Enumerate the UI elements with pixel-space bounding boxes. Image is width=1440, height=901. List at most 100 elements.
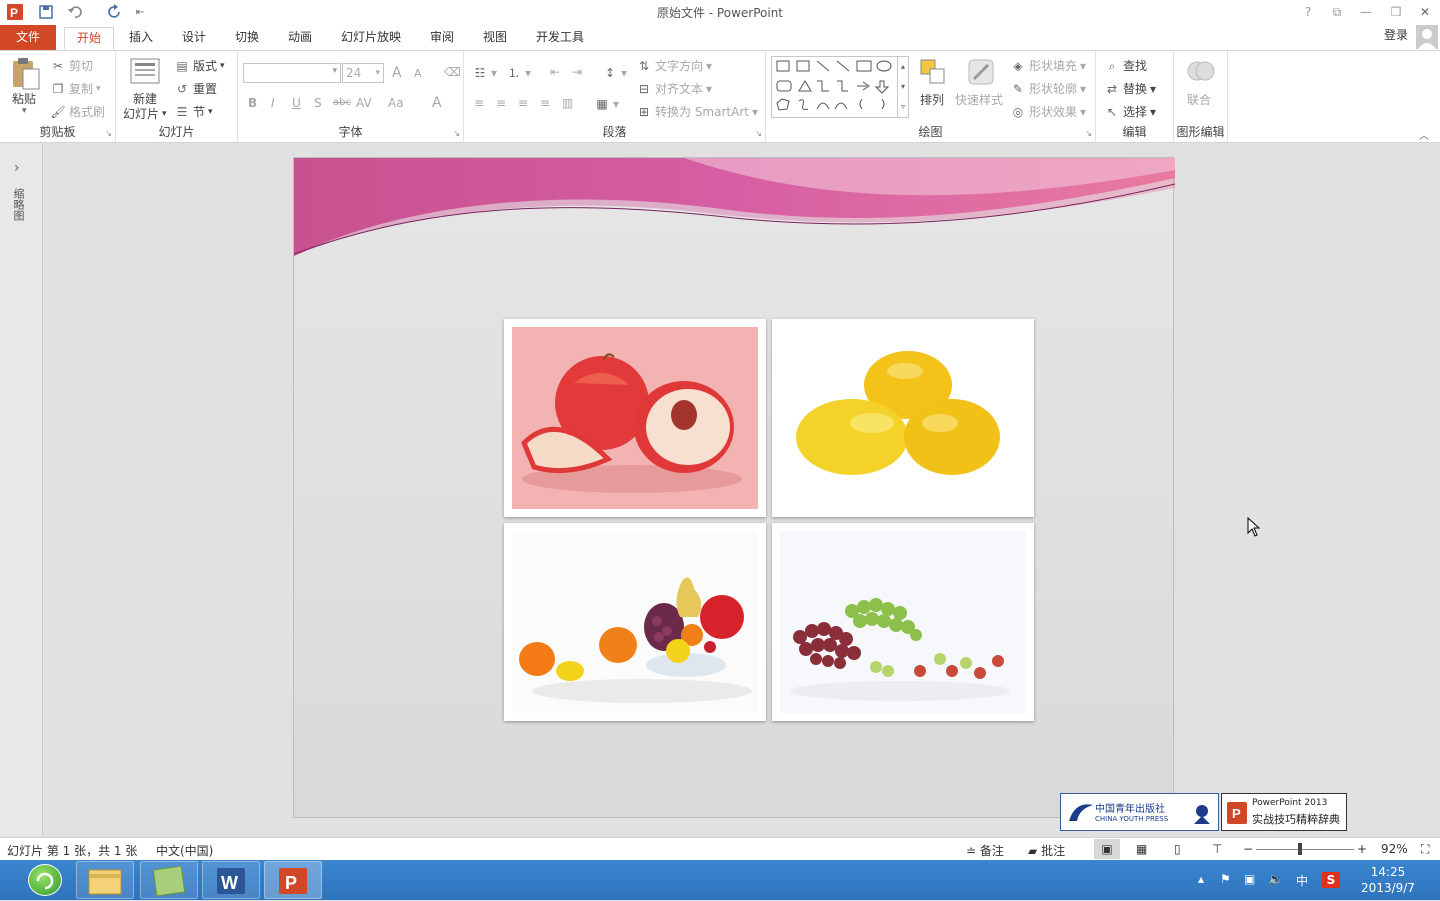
taskbar-app-green[interactable] bbox=[140, 861, 198, 899]
format-painter-button[interactable]: 🖌 格式刷 bbox=[50, 103, 105, 120]
tab-review[interactable]: 审阅 bbox=[418, 27, 466, 50]
expand-pane-icon[interactable]: › bbox=[14, 160, 20, 176]
combine-shapes-icon[interactable] bbox=[1185, 57, 1217, 89]
numbering-button[interactable]: ⒈ ▾ bbox=[506, 65, 531, 81]
line-spacing-button[interactable]: ↕ ▾ bbox=[602, 65, 627, 81]
language-indicator[interactable]: 中文(中国) bbox=[156, 842, 213, 859]
taskbar-powerpoint[interactable]: P bbox=[264, 861, 322, 899]
bold-button[interactable]: B bbox=[248, 96, 257, 110]
align-text-button[interactable]: ⊟ 对齐文本 ▾ bbox=[636, 80, 712, 97]
tab-animations[interactable]: 动画 bbox=[276, 27, 324, 50]
close-button[interactable]: ✕ bbox=[1414, 2, 1436, 22]
font-name-box[interactable]: ▾ bbox=[243, 63, 341, 83]
reading-view-icon[interactable]: ▯ bbox=[1174, 842, 1181, 856]
arrange-icon[interactable] bbox=[918, 57, 950, 89]
drawing-dialog-launcher-icon[interactable]: ↘ bbox=[1085, 129, 1092, 138]
underline-button[interactable]: U bbox=[292, 96, 301, 110]
shadow-button[interactable]: S bbox=[314, 96, 322, 110]
tab-insert[interactable]: 插入 bbox=[117, 27, 165, 50]
text-direction-button[interactable]: ⇅ 文字方向 ▾ bbox=[636, 57, 712, 74]
zoom-level[interactable]: 92% bbox=[1381, 842, 1408, 856]
section-button[interactable]: ☰ 节 ▾ bbox=[174, 103, 213, 120]
select-button[interactable]: ↖ 选择 ▾ bbox=[1104, 103, 1156, 120]
quick-styles-button[interactable]: 快速样式 bbox=[955, 91, 1003, 108]
minimize-button[interactable]: — bbox=[1355, 2, 1377, 22]
tab-view[interactable]: 视图 bbox=[471, 27, 519, 50]
comments-button[interactable]: ▰ 批注 bbox=[1028, 842, 1065, 859]
maximize-button[interactable]: ❐ bbox=[1385, 2, 1407, 22]
volume-icon[interactable]: 🔈 bbox=[1268, 872, 1283, 886]
quick-styles-icon[interactable] bbox=[966, 57, 998, 89]
font-size-box[interactable]: 24 ▾ bbox=[342, 63, 384, 83]
shape-effects-button[interactable]: ◎ 形状效果 ▾ bbox=[1010, 103, 1086, 120]
new-slide-button[interactable]: 幻灯片 ▾ bbox=[123, 105, 167, 122]
copy-button[interactable]: ❐ 复制 ▾ bbox=[50, 80, 101, 97]
replace-button[interactable]: ⇄ 替换 ▾ bbox=[1104, 80, 1156, 97]
tab-transitions[interactable]: 切换 bbox=[223, 27, 271, 50]
decrease-indent-icon[interactable]: ⇤ bbox=[550, 65, 560, 79]
photo-fruit-bowl[interactable] bbox=[504, 523, 766, 721]
normal-view-icon[interactable]: ▣ bbox=[1094, 839, 1120, 859]
find-button[interactable]: ⌕ 查找 bbox=[1104, 57, 1147, 74]
photo-grapes[interactable] bbox=[772, 523, 1034, 721]
slide-canvas[interactable] bbox=[293, 157, 1175, 818]
cut-button[interactable]: ✂ 剪切 bbox=[50, 57, 93, 74]
align-right-icon[interactable]: ≡ bbox=[518, 96, 528, 110]
italic-button[interactable]: I bbox=[271, 96, 275, 110]
photo-lemons[interactable] bbox=[772, 319, 1034, 517]
clock-time[interactable]: 14:25 bbox=[1362, 865, 1414, 879]
convert-smartart-button[interactable]: ⊞ 转换为 SmartArt ▾ bbox=[636, 103, 758, 120]
slideshow-view-icon[interactable]: ⊤ bbox=[1212, 842, 1222, 856]
layout-button[interactable]: ▤ 版式 ▾ bbox=[174, 57, 224, 74]
zoom-slider[interactable] bbox=[1256, 849, 1354, 850]
distributed-icon[interactable]: ▥ bbox=[562, 96, 573, 110]
shape-outline-button[interactable]: ✎ 形状轮廓 ▾ bbox=[1010, 80, 1086, 97]
paste-dropdown-icon[interactable]: ▾ bbox=[22, 106, 27, 116]
slide-counter[interactable]: 幻灯片 第 1 张，共 1 张 bbox=[7, 842, 137, 859]
taskbar-explorer[interactable] bbox=[76, 861, 134, 899]
fit-to-window-icon[interactable]: ⛶ bbox=[1421, 842, 1429, 857]
ribbon-display-options-button[interactable]: ⧉ bbox=[1326, 2, 1348, 22]
zoom-in-button[interactable]: + bbox=[1357, 842, 1367, 856]
font-color-button[interactable]: A bbox=[432, 95, 442, 111]
paste-button[interactable]: 粘贴 bbox=[12, 90, 36, 107]
login-link[interactable]: 登录 bbox=[1372, 25, 1420, 48]
slide-sorter-view-icon[interactable]: ▦ bbox=[1136, 842, 1147, 856]
increase-indent-icon[interactable]: ⇥ bbox=[572, 65, 582, 79]
photo-peach[interactable] bbox=[504, 319, 766, 517]
collapse-ribbon-icon[interactable]: ︿ bbox=[1419, 127, 1429, 142]
clock-date[interactable]: 2013/9/7 bbox=[1356, 881, 1420, 895]
shapes-gallery[interactable]: ▴ ▾ ▿ bbox=[771, 56, 909, 118]
new-slide-icon[interactable] bbox=[129, 56, 161, 88]
columns-button[interactable]: ▦ ▾ bbox=[594, 96, 619, 112]
tab-file[interactable]: 文件 bbox=[0, 25, 56, 50]
thumbnails-label[interactable]: 缩略图 bbox=[12, 188, 26, 221]
help-button[interactable]: ? bbox=[1297, 2, 1319, 22]
combine-button[interactable]: 联合 bbox=[1187, 91, 1211, 108]
align-left-icon[interactable]: ≡ bbox=[474, 96, 484, 110]
justify-icon[interactable]: ≡ bbox=[540, 96, 550, 110]
arrange-button[interactable]: 排列 bbox=[920, 91, 944, 108]
tab-home[interactable]: 开始 bbox=[64, 27, 115, 50]
action-center-flag-icon[interactable]: ⚑ bbox=[1220, 872, 1231, 886]
notes-button[interactable]: ≐ 备注 bbox=[966, 842, 1004, 859]
grow-font-button[interactable]: A bbox=[392, 65, 402, 81]
shrink-font-button[interactable]: A bbox=[414, 67, 422, 80]
start-button[interactable] bbox=[28, 864, 62, 896]
font-dialog-launcher-icon[interactable]: ↘ bbox=[453, 129, 460, 138]
ime-indicator[interactable]: 中 bbox=[1296, 872, 1308, 889]
paste-icon[interactable] bbox=[10, 57, 42, 90]
shapes-gallery-scroll-icon[interactable]: ▴ ▾ ▿ bbox=[897, 57, 908, 117]
shape-fill-button[interactable]: ◈ 形状填充 ▾ bbox=[1010, 57, 1086, 74]
clipboard-dialog-launcher-icon[interactable]: ↘ bbox=[105, 129, 112, 138]
tab-developer[interactable]: 开发工具 bbox=[524, 27, 596, 50]
paragraph-dialog-launcher-icon[interactable]: ↘ bbox=[755, 129, 762, 138]
reset-button[interactable]: ↺ 重置 bbox=[174, 80, 217, 97]
bullets-button[interactable]: ☷ ▾ bbox=[472, 65, 497, 81]
change-case-button[interactable]: Aa bbox=[388, 96, 404, 110]
show-hidden-icons[interactable]: ▴ bbox=[1198, 872, 1204, 886]
align-center-icon[interactable]: ≡ bbox=[496, 96, 506, 110]
avatar[interactable] bbox=[1416, 25, 1438, 49]
tab-design[interactable]: 设计 bbox=[170, 27, 218, 50]
character-spacing-button[interactable]: AV bbox=[356, 96, 372, 110]
